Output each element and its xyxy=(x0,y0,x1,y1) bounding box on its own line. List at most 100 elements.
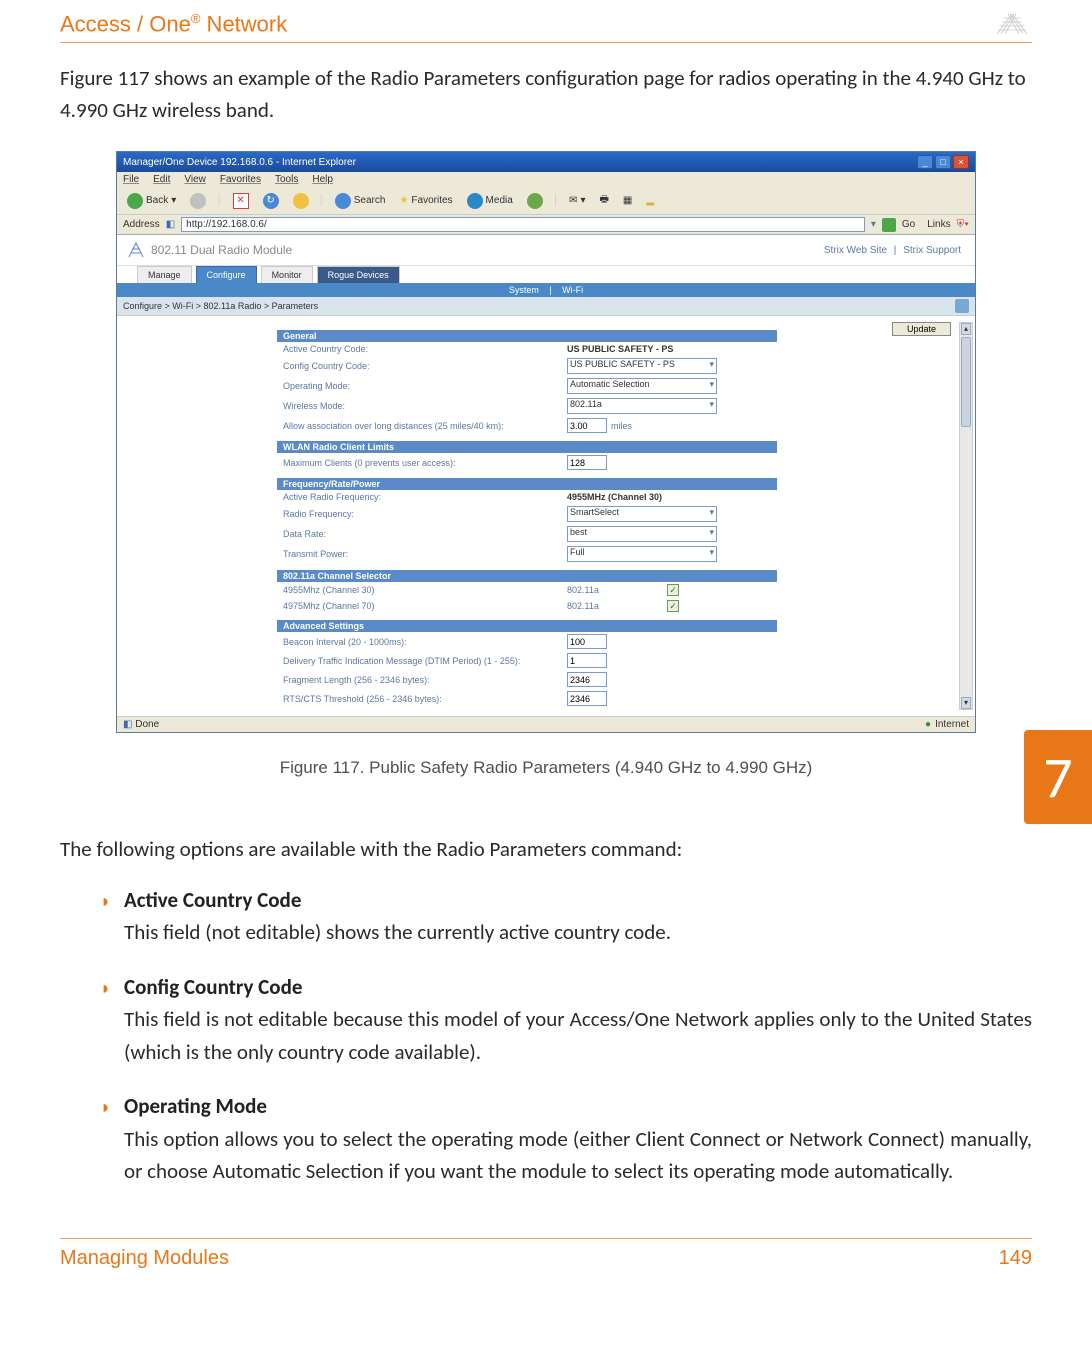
header-title-sup: ® xyxy=(191,11,201,26)
stop-icon: ✕ xyxy=(233,193,249,209)
window-titlebar[interactable]: Manager/One Device 192.168.0.6 - Interne… xyxy=(117,152,975,172)
subtab-system[interactable]: System xyxy=(509,285,539,295)
tab-rogue[interactable]: Rogue Devices xyxy=(317,266,400,283)
select-wireless-mode[interactable]: 802.11a xyxy=(567,398,717,414)
forward-button[interactable] xyxy=(186,191,210,211)
tab-manage[interactable]: Manage xyxy=(137,266,192,283)
menu-tools[interactable]: Tools xyxy=(275,174,298,185)
breadcrumb-bar: Configure > Wi-Fi > 802.11a Radio > Para… xyxy=(117,297,975,315)
media-button[interactable]: Media xyxy=(463,191,517,211)
address-input[interactable]: http://192.168.0.6/ xyxy=(181,217,865,232)
label-wireless-mode: Wireless Mode: xyxy=(277,401,567,411)
label-long-assoc: Allow association over long distances (2… xyxy=(277,421,567,431)
bullet-icon: ◗ xyxy=(100,1094,111,1122)
links-label[interactable]: Links xyxy=(927,219,950,230)
section-channel: 802.11a Channel Selector xyxy=(277,570,777,582)
opt-title-2: Config Country Code xyxy=(124,974,302,1000)
menu-help[interactable]: Help xyxy=(312,174,333,185)
app-title: 802.11 Dual Radio Module xyxy=(151,243,292,257)
go-button-icon[interactable] xyxy=(882,218,896,232)
input-dtim[interactable] xyxy=(567,653,607,668)
input-frag[interactable] xyxy=(567,672,607,687)
tab-monitor[interactable]: Monitor xyxy=(261,266,313,283)
menu-file[interactable]: File xyxy=(123,174,139,185)
chapter-tab: 7 xyxy=(1024,730,1092,824)
menu-bar: File Edit View Favorites Tools Help xyxy=(117,172,975,187)
input-beacon[interactable] xyxy=(567,634,607,649)
menu-favorites[interactable]: Favorites xyxy=(220,174,261,185)
select-op-mode[interactable]: Automatic Selection xyxy=(567,378,717,394)
input-long-assoc[interactable] xyxy=(567,418,607,433)
label-ch30: 4955Mhz (Channel 30) xyxy=(277,585,567,595)
menu-view[interactable]: View xyxy=(184,174,206,185)
media-icon xyxy=(467,193,483,209)
config-panel: Update ▴ ▾ General Active Country Code:U… xyxy=(117,315,975,716)
section-wlan: WLAN Radio Client Limits xyxy=(277,441,777,453)
input-rts[interactable] xyxy=(567,691,607,706)
main-tabs: Manage Configure Monitor Rogue Devices xyxy=(117,266,975,283)
label-dtim: Delivery Traffic Indication Message (DTI… xyxy=(277,656,567,666)
minimize-button[interactable]: _ xyxy=(917,155,933,169)
section-freq: Frequency/Rate/Power xyxy=(277,478,777,490)
maximize-button[interactable]: □ xyxy=(935,155,951,169)
select-data-rate[interactable]: best xyxy=(567,526,717,542)
opt-title-3: Operating Mode xyxy=(124,1093,267,1119)
app-logo: 802.11 Dual Radio Module xyxy=(127,241,292,259)
search-button[interactable]: Search xyxy=(331,191,390,211)
label-frag: Fragment Length (256 - 2346 bytes): xyxy=(277,675,567,685)
address-dropdown-icon[interactable]: ▾ xyxy=(871,219,876,230)
scroll-down-icon[interactable]: ▾ xyxy=(961,697,971,709)
history-icon xyxy=(527,193,543,209)
search-label: Search xyxy=(354,195,386,206)
scrollbar[interactable]: ▴ ▾ xyxy=(959,322,973,710)
media-label: Media xyxy=(486,195,513,206)
input-max-clients[interactable] xyxy=(567,455,607,470)
label-data-rate: Data Rate: xyxy=(277,529,567,539)
folder-button[interactable]: ▂ xyxy=(642,193,658,208)
edit-button[interactable]: ▦ xyxy=(619,193,636,208)
update-button[interactable]: Update xyxy=(892,322,951,336)
footer-section: Managing Modules xyxy=(60,1247,229,1270)
favorites-label: Favorites xyxy=(411,195,452,206)
header-title-pre: Access / One xyxy=(60,11,191,36)
scroll-thumb[interactable] xyxy=(961,337,971,427)
select-radio-freq[interactable]: SmartSelect xyxy=(567,506,717,522)
label-ch70: 4975Mhz (Channel 70) xyxy=(277,601,567,611)
select-tx-power[interactable]: Full xyxy=(567,546,717,562)
checkbox-ch70[interactable]: ✓ xyxy=(667,600,679,612)
refresh-button[interactable]: ↻ xyxy=(259,191,283,211)
favorites-button[interactable]: ★Favorites xyxy=(395,193,456,208)
subtab-wifi[interactable]: Wi-Fi xyxy=(562,285,583,295)
history-button[interactable] xyxy=(523,191,547,211)
tab-configure[interactable]: Configure xyxy=(196,266,257,283)
select-config-country[interactable]: US PUBLIC SAFETY - PS xyxy=(567,358,717,374)
strix-logo-icon xyxy=(992,10,1032,38)
close-button[interactable]: × xyxy=(953,155,969,169)
options-list: ◗ Active Country Code This field (not ed… xyxy=(100,884,1032,1188)
label-active-country: Active Country Code: xyxy=(277,344,567,354)
done-icon: ◧ xyxy=(123,719,132,730)
go-label[interactable]: Go xyxy=(902,219,915,230)
opt-body-2: This field is not editable because this … xyxy=(124,1006,1032,1065)
breadcrumb: Configure > Wi-Fi > 802.11a Radio > Para… xyxy=(123,301,318,311)
checkbox-ch30[interactable]: ✓ xyxy=(667,584,679,596)
window-title: Manager/One Device 192.168.0.6 - Interne… xyxy=(123,157,356,168)
label-beacon: Beacon Interval (20 - 1000ms): xyxy=(277,637,567,647)
mode-ch70: 802.11a xyxy=(567,601,667,611)
home-button[interactable] xyxy=(289,191,313,211)
link-support[interactable]: Strix Support xyxy=(903,245,961,256)
norton-icon[interactable]: ⛨▾ xyxy=(957,219,969,230)
label-rts: RTS/CTS Threshold (256 - 2346 bytes): xyxy=(277,694,567,704)
print-button[interactable]: 🖶 xyxy=(595,190,612,211)
mail-button[interactable]: ✉▾ xyxy=(565,193,589,208)
app-header: 802.11 Dual Radio Module Strix Web Site … xyxy=(117,235,975,266)
star-icon: ★ xyxy=(399,195,408,206)
value-active-freq: 4955MHz (Channel 30) xyxy=(567,492,662,502)
menu-edit[interactable]: Edit xyxy=(153,174,170,185)
stop-button[interactable]: ✕ xyxy=(229,191,253,211)
link-web[interactable]: Strix Web Site xyxy=(824,245,887,256)
edit-icon: ▦ xyxy=(623,195,632,206)
scroll-up-icon[interactable]: ▴ xyxy=(961,323,971,335)
back-button[interactable]: Back ▾ xyxy=(123,191,180,211)
refresh-panel-icon[interactable] xyxy=(955,299,969,313)
